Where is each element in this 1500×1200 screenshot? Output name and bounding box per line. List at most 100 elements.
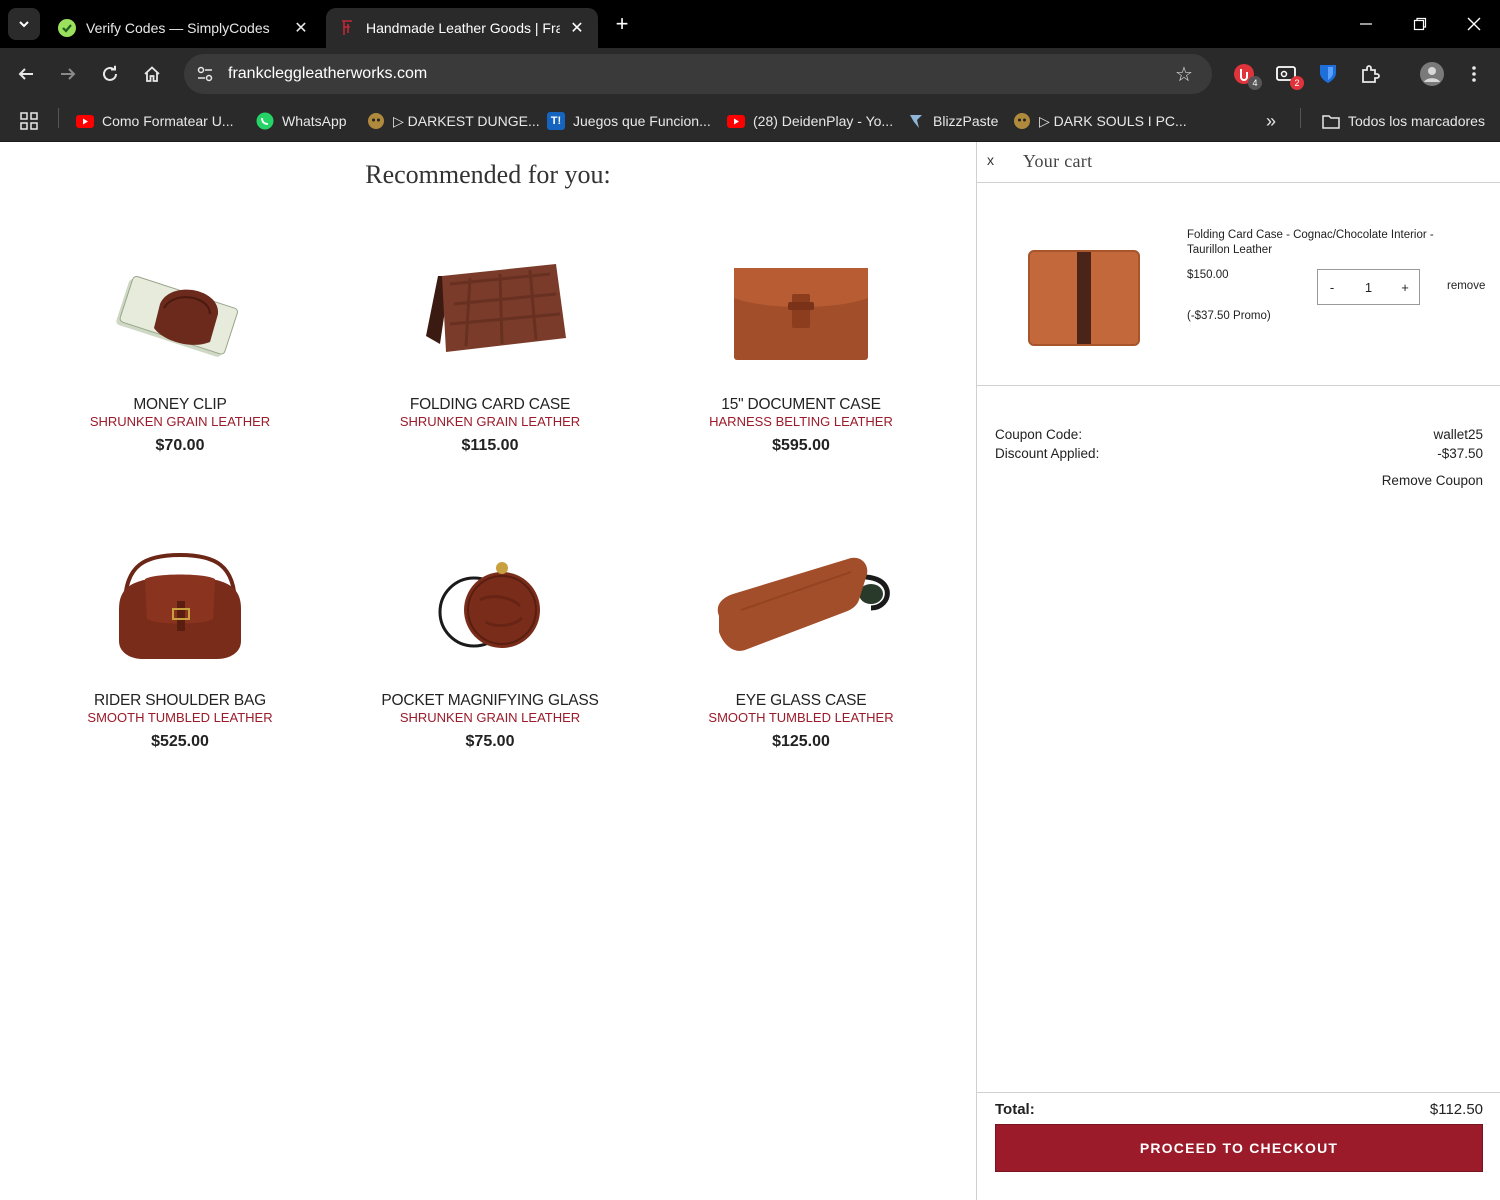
product-card[interactable]: MONEY CLIP SHRUNKEN GRAIN LEATHER $70.00 bbox=[60, 234, 300, 455]
bookmark-label: (28) DeidenPlay - Yo... bbox=[753, 113, 894, 129]
coupon-summary: Coupon Code: wallet25 Discount Applied: … bbox=[995, 425, 1483, 488]
product-material: SHRUNKEN GRAIN LEATHER bbox=[89, 414, 271, 429]
coupon-code-label: Coupon Code: bbox=[995, 427, 1083, 442]
address-bar[interactable]: frankcleggleatherworks.com ☆ bbox=[184, 54, 1212, 94]
bookmark-label: Todos los marcadores bbox=[1348, 113, 1485, 129]
product-image[interactable] bbox=[681, 234, 921, 384]
reload-icon bbox=[103, 65, 117, 81]
recommended-section: Recommended for you: MONEY CLIP SHRUNKEN… bbox=[0, 142, 976, 1200]
site-settings-icon[interactable] bbox=[194, 63, 216, 85]
product-name[interactable]: EYE GLASS CASE bbox=[681, 692, 921, 710]
profile-avatar-button[interactable] bbox=[1418, 60, 1446, 88]
close-tab-icon[interactable]: ✕ bbox=[568, 18, 586, 38]
shield-icon bbox=[1320, 65, 1336, 83]
product-price: $525.00 bbox=[151, 733, 209, 750]
extension-adblock-button[interactable]: 4 bbox=[1230, 60, 1262, 90]
product-name[interactable]: 15" DOCUMENT CASE bbox=[681, 396, 921, 414]
coupon-code-value: wallet25 bbox=[1433, 427, 1483, 442]
product-image[interactable] bbox=[370, 234, 610, 384]
bookmark-item[interactable]: Como Formatear U... bbox=[76, 108, 233, 134]
discount-value: -$37.50 bbox=[1437, 446, 1483, 461]
bookmark-item[interactable]: T! Juegos que Funcion... bbox=[547, 108, 711, 134]
juegos-icon: T! bbox=[547, 112, 565, 130]
cart-header: x Your cart bbox=[977, 142, 1500, 183]
all-bookmarks-folder[interactable]: Todos los marcadores bbox=[1322, 108, 1485, 134]
bookmark-item[interactable]: ▷ DARKEST DUNGE... bbox=[367, 108, 540, 134]
product-name[interactable]: RIDER SHOULDER BAG bbox=[60, 692, 300, 710]
product-name[interactable]: FOLDING CARD CASE bbox=[370, 396, 610, 414]
restore-button[interactable] bbox=[1400, 10, 1440, 38]
tab-strip: Verify Codes — SimplyCodes ✕ Handmade Le… bbox=[0, 0, 1500, 48]
close-tab-icon[interactable]: ✕ bbox=[292, 18, 310, 38]
bookmark-item[interactable]: ▷ DARK SOULS I PC... bbox=[1013, 108, 1187, 134]
blizzpaste-icon bbox=[907, 112, 925, 130]
bookmark-label: ▷ DARK SOULS I PC... bbox=[1039, 112, 1187, 129]
close-window-button[interactable] bbox=[1454, 10, 1494, 38]
simplycodes-favicon-icon bbox=[58, 19, 76, 37]
minimize-button[interactable] bbox=[1346, 10, 1386, 38]
product-material: SHRUNKEN GRAIN LEATHER bbox=[399, 710, 581, 725]
bookmark-star-icon[interactable]: ☆ bbox=[1172, 62, 1196, 86]
bookmark-label: Como Formatear U... bbox=[102, 113, 234, 129]
more-vertical-icon bbox=[1472, 66, 1476, 82]
bookmark-label: WhatsApp bbox=[282, 113, 347, 129]
darkest-dungeon-icon bbox=[367, 112, 385, 130]
proceed-to-checkout-button[interactable]: PROCEED TO CHECKOUT bbox=[995, 1124, 1483, 1172]
remove-coupon-link[interactable]: Remove Coupon bbox=[995, 473, 1483, 488]
back-button[interactable] bbox=[12, 60, 40, 88]
product-card[interactable]: RIDER SHOULDER BAG SMOOTH TUMBLED LEATHE… bbox=[60, 530, 300, 751]
youtube-icon bbox=[727, 112, 745, 130]
quantity-stepper: - 1 + bbox=[1317, 269, 1420, 305]
product-image[interactable] bbox=[60, 234, 300, 384]
product-material: SMOOTH TUMBLED LEATHER bbox=[87, 710, 273, 725]
bookmarks-overflow-button[interactable]: » bbox=[1266, 108, 1276, 134]
tab-search-button[interactable] bbox=[8, 8, 40, 40]
close-icon bbox=[1467, 17, 1481, 31]
product-image[interactable] bbox=[370, 530, 610, 680]
bookmark-label: BlizzPaste bbox=[933, 113, 999, 129]
product-card[interactable]: 15" DOCUMENT CASE HARNESS BELTING LEATHE… bbox=[681, 234, 921, 455]
product-image[interactable] bbox=[681, 530, 921, 680]
bookmark-item[interactable]: WhatsApp bbox=[256, 108, 347, 134]
minimize-icon bbox=[1360, 23, 1372, 25]
extensions-menu-button[interactable] bbox=[1356, 60, 1384, 88]
cart-item-price: $150.00 bbox=[1187, 269, 1229, 281]
home-button[interactable] bbox=[138, 60, 166, 88]
tab-title: Handmade Leather Goods | Fra bbox=[366, 20, 560, 36]
close-cart-button[interactable]: x bbox=[987, 152, 994, 168]
decrease-quantity-button[interactable]: - bbox=[1318, 280, 1346, 295]
browser-menu-button[interactable] bbox=[1460, 60, 1488, 88]
quantity-value[interactable]: 1 bbox=[1346, 280, 1391, 295]
tab-simplycodes[interactable]: Verify Codes — SimplyCodes ✕ bbox=[46, 8, 322, 48]
tab-frank-clegg[interactable]: Handmade Leather Goods | Fra ✕ bbox=[326, 8, 598, 48]
product-price: $125.00 bbox=[772, 733, 830, 750]
product-price: $115.00 bbox=[461, 437, 519, 454]
bookmark-label: ▷ DARKEST DUNGE... bbox=[393, 112, 540, 129]
extension-bitwarden-button[interactable] bbox=[1314, 60, 1342, 88]
folder-icon bbox=[1322, 112, 1340, 130]
forward-button[interactable] bbox=[54, 60, 82, 88]
new-tab-button[interactable]: + bbox=[608, 10, 636, 38]
bookmark-item[interactable]: (28) DeidenPlay - Yo... bbox=[727, 108, 893, 134]
bookmark-item[interactable]: BlizzPaste bbox=[907, 108, 998, 134]
increase-quantity-button[interactable]: + bbox=[1391, 280, 1419, 295]
cart-item-name[interactable]: Folding Card Case - Cognac/Chocolate Int… bbox=[1187, 228, 1457, 258]
product-card[interactable]: FOLDING CARD CASE SHRUNKEN GRAIN LEATHER… bbox=[370, 234, 610, 455]
restore-icon bbox=[1413, 17, 1427, 31]
product-name[interactable]: POCKET MAGNIFYING GLASS bbox=[370, 692, 610, 710]
frank-clegg-favicon-icon bbox=[342, 20, 352, 35]
product-image[interactable] bbox=[60, 530, 300, 680]
product-name[interactable]: MONEY CLIP bbox=[60, 396, 300, 414]
puzzle-icon bbox=[1362, 65, 1380, 83]
cart-item-image[interactable] bbox=[1027, 249, 1141, 352]
apps-button[interactable] bbox=[20, 108, 38, 134]
product-card[interactable]: EYE GLASS CASE SMOOTH TUMBLED LEATHER $1… bbox=[681, 530, 921, 751]
product-price: $595.00 bbox=[772, 437, 830, 454]
discount-label: Discount Applied: bbox=[995, 446, 1100, 461]
extension-screen-button[interactable]: 2 bbox=[1272, 60, 1304, 90]
extension-badge: 2 bbox=[1290, 76, 1304, 90]
product-card[interactable]: POCKET MAGNIFYING GLASS SHRUNKEN GRAIN L… bbox=[370, 530, 610, 751]
cart-line-item: Folding Card Case - Cognac/Chocolate Int… bbox=[977, 183, 1500, 386]
reload-button[interactable] bbox=[96, 60, 124, 88]
remove-item-link[interactable]: remove bbox=[1447, 280, 1485, 292]
